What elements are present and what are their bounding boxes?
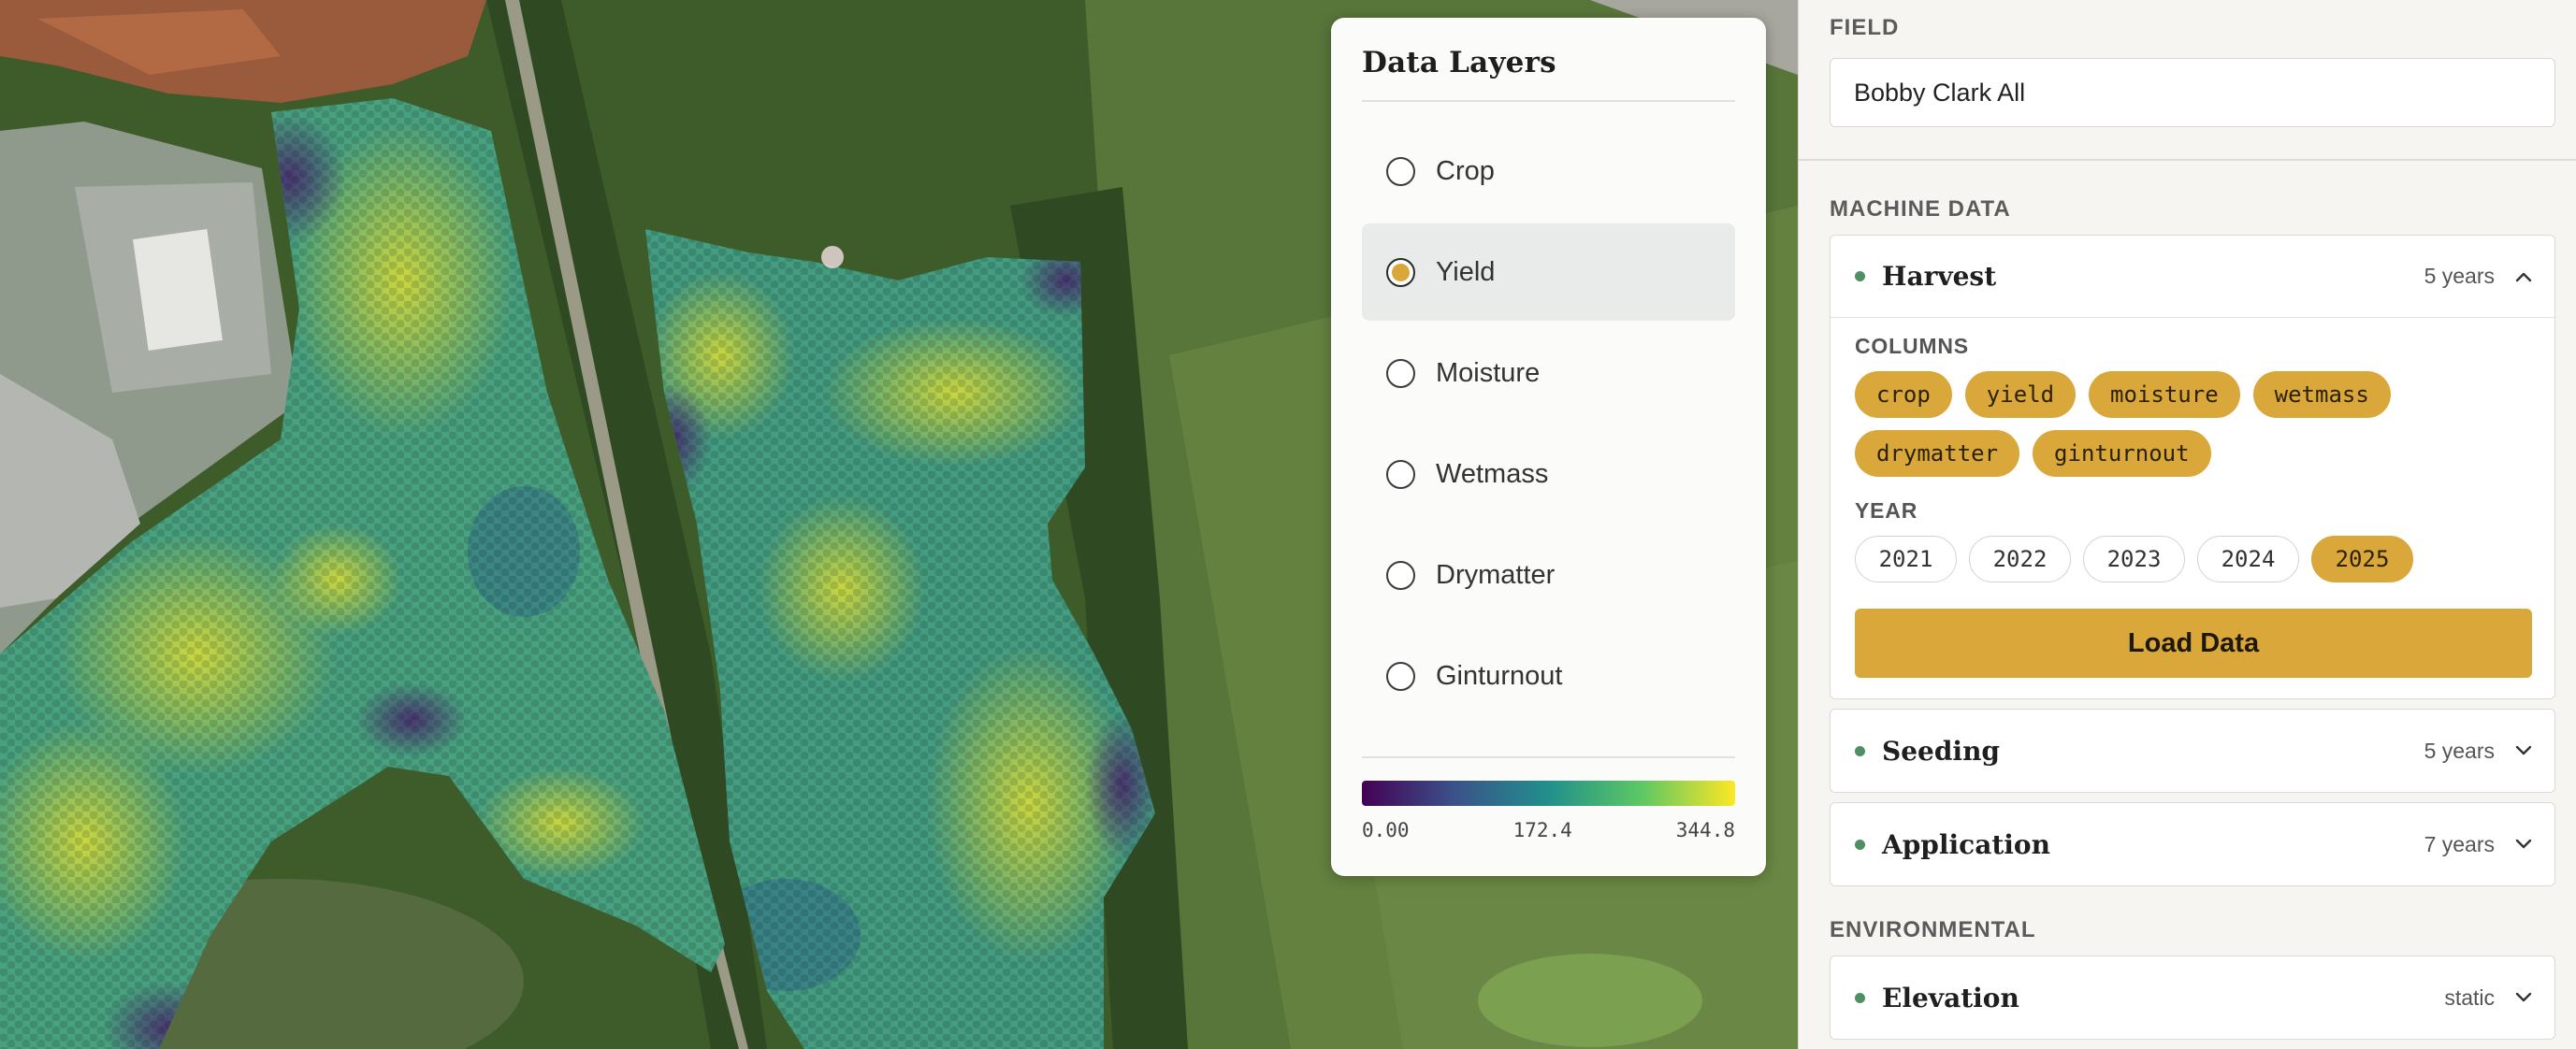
legend-ticks: 0.00 172.4 344.8 bbox=[1362, 819, 1735, 841]
layer-option-crop[interactable]: Crop bbox=[1362, 122, 1735, 220]
status-dot-icon bbox=[1855, 839, 1865, 850]
legend-max: 344.8 bbox=[1675, 819, 1735, 841]
data-layers-panel: Data Layers Crop Yield Moisture Wetmass … bbox=[1331, 18, 1766, 876]
load-data-button[interactable]: Load Data bbox=[1855, 609, 2532, 678]
card-meta: 7 years bbox=[2424, 831, 2495, 856]
radio-button[interactable] bbox=[1386, 358, 1415, 388]
card-title: Harvest bbox=[1882, 261, 1997, 292]
field-label: FIELD bbox=[1830, 15, 1900, 40]
harvest-header[interactable]: Harvest 5 years bbox=[1831, 236, 2554, 318]
layer-option-wetmass[interactable]: Wetmass bbox=[1362, 425, 1735, 523]
legend-mid: 172.4 bbox=[1512, 819, 1572, 841]
column-chip-ginturnout[interactable]: ginturnout bbox=[2033, 430, 2211, 477]
chevron-down-icon[interactable] bbox=[2515, 989, 2532, 1006]
radio-button-selected[interactable] bbox=[1386, 257, 1415, 287]
layer-label: Moisture bbox=[1436, 357, 1541, 388]
environmental-label: ENVIRONMENTAL bbox=[1830, 917, 2036, 942]
card-title: Elevation bbox=[1882, 982, 2019, 1013]
card-meta: 5 years bbox=[2424, 738, 2495, 763]
layer-label: Ginturnout bbox=[1436, 660, 1563, 691]
radio-button[interactable] bbox=[1386, 560, 1415, 590]
field-input[interactable] bbox=[1830, 58, 2555, 127]
card-meta: static bbox=[2444, 984, 2495, 1010]
legend-gradient-bar bbox=[1362, 781, 1735, 806]
column-chips: crop yield moisture wetmass drymatter gi… bbox=[1855, 371, 2528, 477]
radio-button[interactable] bbox=[1386, 661, 1415, 691]
sidebar: FIELD MACHINE DATA Harvest 5 years COLUM… bbox=[1798, 0, 2576, 1049]
column-chip-moisture[interactable]: moisture bbox=[2089, 371, 2240, 418]
year-chip-2024[interactable]: 2024 bbox=[2197, 536, 2299, 582]
layer-label: Crop bbox=[1436, 155, 1495, 186]
chevron-down-icon[interactable] bbox=[2515, 742, 2532, 759]
year-chip-2023[interactable]: 2023 bbox=[2083, 536, 2185, 582]
application-card[interactable]: Application 7 years bbox=[1830, 802, 2555, 886]
column-chip-crop[interactable]: crop bbox=[1855, 371, 1952, 418]
elevation-header[interactable]: Elevation static bbox=[1831, 956, 2554, 1039]
layer-label: Yield bbox=[1436, 256, 1496, 287]
layer-option-drymatter[interactable]: Drymatter bbox=[1362, 526, 1735, 624]
color-legend: 0.00 172.4 344.8 bbox=[1362, 756, 1735, 841]
layer-list: Crop Yield Moisture Wetmass Drymatter Gi… bbox=[1362, 122, 1735, 725]
radio-button[interactable] bbox=[1386, 459, 1415, 489]
layer-option-ginturnout[interactable]: Ginturnout bbox=[1362, 627, 1735, 725]
layer-option-moisture[interactable]: Moisture bbox=[1362, 324, 1735, 422]
card-title: Seeding bbox=[1882, 735, 2000, 767]
columns-label: COLUMNS bbox=[1855, 334, 1969, 358]
status-dot-icon bbox=[1855, 271, 1865, 281]
seeding-header[interactable]: Seeding 5 years bbox=[1831, 710, 2554, 792]
status-dot-icon bbox=[1855, 745, 1865, 756]
chevron-up-icon[interactable] bbox=[2515, 268, 2532, 285]
card-meta: 5 years bbox=[2424, 264, 2495, 288]
year-chip-2021[interactable]: 2021 bbox=[1855, 536, 1957, 582]
column-chip-yield[interactable]: yield bbox=[1964, 371, 2077, 418]
elevation-card[interactable]: Elevation static bbox=[1830, 956, 2555, 1040]
year-selector: 2021 2022 2023 2024 2025 bbox=[1855, 536, 2413, 582]
harvest-card: Harvest 5 years COLUMNS crop yield moist… bbox=[1830, 235, 2555, 699]
year-chip-2025[interactable]: 2025 bbox=[2311, 536, 2413, 582]
divider bbox=[1799, 159, 2576, 161]
application-header[interactable]: Application 7 years bbox=[1831, 803, 2554, 885]
layer-label: Wetmass bbox=[1436, 458, 1549, 489]
seeding-card[interactable]: Seeding 5 years bbox=[1830, 709, 2555, 793]
layer-option-yield[interactable]: Yield bbox=[1362, 223, 1735, 321]
data-layers-title: Data Layers bbox=[1362, 46, 1735, 102]
chevron-down-icon[interactable] bbox=[2515, 836, 2532, 853]
status-dot-icon bbox=[1855, 992, 1865, 1003]
card-title: Application bbox=[1882, 828, 2050, 860]
radio-button[interactable] bbox=[1386, 156, 1415, 186]
year-label: YEAR bbox=[1855, 498, 1918, 523]
layer-label: Drymatter bbox=[1436, 559, 1556, 590]
column-chip-drymatter[interactable]: drymatter bbox=[1855, 430, 2020, 477]
legend-min: 0.00 bbox=[1362, 819, 1410, 841]
year-chip-2022[interactable]: 2022 bbox=[1969, 536, 2071, 582]
column-chip-wetmass[interactable]: wetmass bbox=[2252, 371, 2391, 418]
machine-data-label: MACHINE DATA bbox=[1830, 196, 2011, 222]
